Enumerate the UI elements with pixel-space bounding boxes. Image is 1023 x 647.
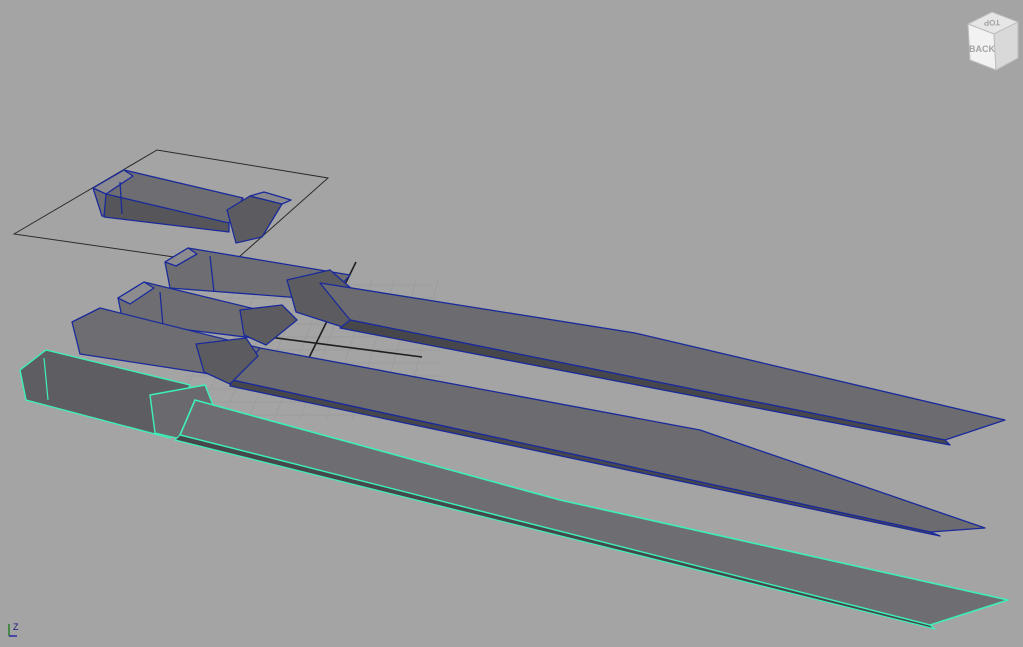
axis-gizmo-icon: Z — [8, 622, 19, 637]
viewcube[interactable]: TOP BACK — [962, 8, 1022, 76]
3d-viewport[interactable]: TOP BACK Z — [0, 0, 1023, 644]
viewcube-top-label: TOP — [983, 18, 1000, 28]
viewcube-back-label: BACK — [969, 44, 995, 54]
scene-canvas[interactable] — [0, 0, 1023, 644]
hilt-part-mesh[interactable] — [92, 169, 292, 244]
axis-z-label: Z — [13, 622, 19, 632]
axis-indicator: Z — [3, 616, 29, 642]
viewcube-graphic: TOP BACK — [966, 11, 1020, 71]
